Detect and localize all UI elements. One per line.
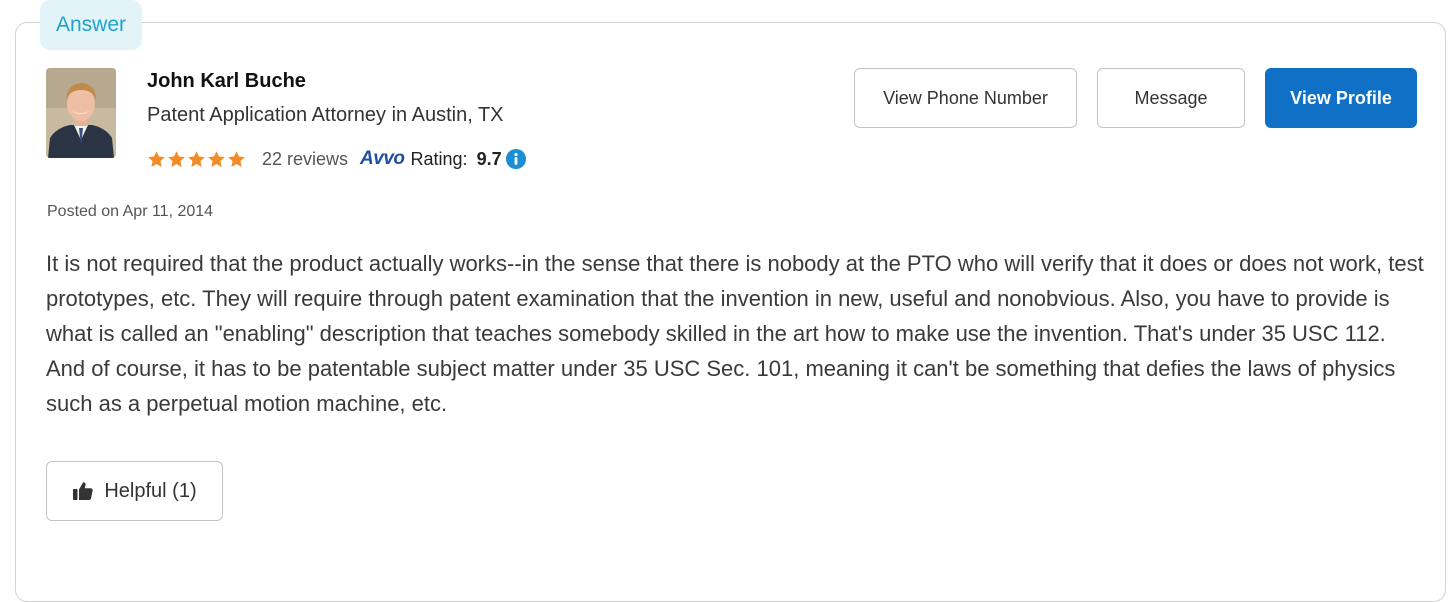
rating-label: Rating:: [410, 148, 468, 169]
helpful-label: Helpful (1): [104, 479, 197, 502]
attorney-name[interactable]: John Karl Buche: [147, 70, 306, 93]
answer-tag: Answer: [40, 0, 142, 50]
answer-text: It is not required that the product actu…: [46, 251, 1424, 416]
star-icon: [228, 150, 245, 167]
star-rating: [147, 150, 246, 169]
star-icon: [148, 150, 165, 167]
reviews-link[interactable]: 22 reviews: [262, 149, 348, 170]
avvo-logo: Avvo: [360, 148, 405, 169]
attorney-title: Patent Application Attorney in Austin, T…: [147, 104, 504, 126]
helpful-button[interactable]: Helpful (1): [46, 461, 223, 521]
rating-row: 22 reviews Avvo Rating: 9.7: [147, 146, 526, 172]
message-button[interactable]: Message: [1097, 68, 1245, 128]
star-icon: [168, 150, 185, 167]
thumbs-up-icon: [73, 482, 94, 500]
view-profile-button[interactable]: View Profile: [1265, 68, 1417, 128]
info-icon[interactable]: [505, 149, 526, 169]
star-icon: [208, 150, 225, 167]
star-icon: [188, 150, 205, 167]
view-phone-number-button[interactable]: View Phone Number: [854, 68, 1077, 128]
attorney-avatar[interactable]: [46, 68, 116, 158]
rating-value: 9.7: [476, 148, 502, 169]
posted-date: Posted on Apr 11, 2014: [47, 203, 214, 220]
